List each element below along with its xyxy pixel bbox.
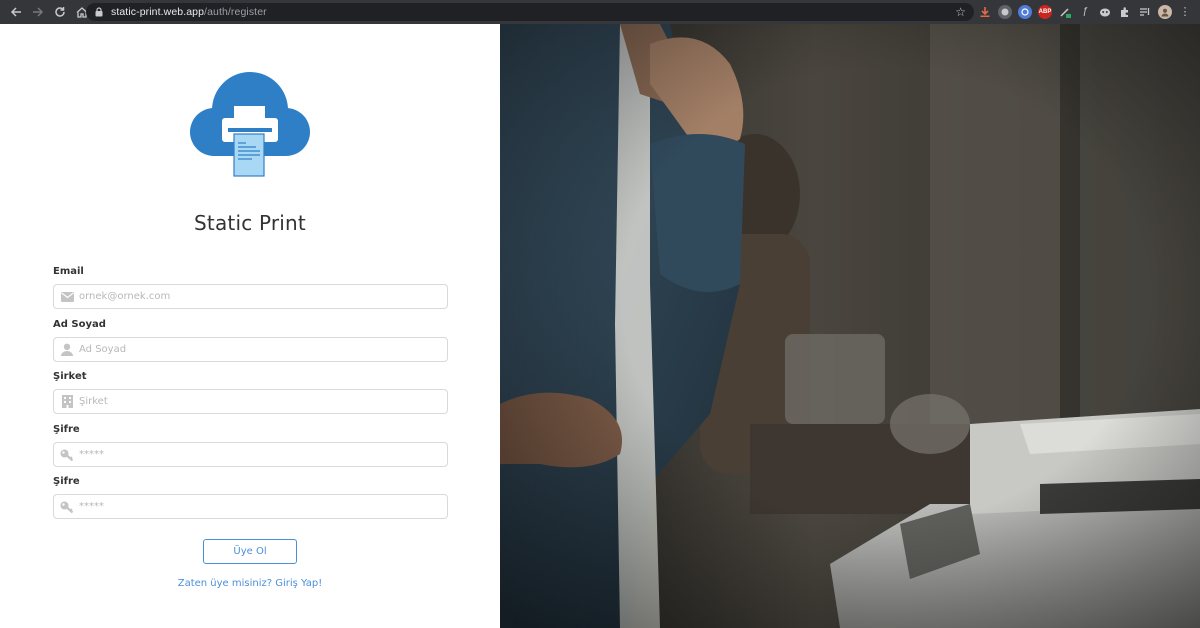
password-confirm-label: Şifre <box>53 476 80 487</box>
name-field[interactable] <box>53 337 448 362</box>
password-confirm-input[interactable] <box>79 495 444 518</box>
name-input[interactable] <box>79 338 444 361</box>
email-input[interactable] <box>79 285 444 308</box>
lock-icon[interactable] <box>94 6 104 18</box>
mascot-extension-icon[interactable] <box>1098 5 1112 19</box>
login-link[interactable]: Zaten üye misiniz? Giriş Yap! <box>0 578 500 589</box>
browser-toolbar: static-print.web.app/auth/register ☆ ABP… <box>0 0 1200 24</box>
profile-avatar[interactable] <box>1158 5 1172 19</box>
envelope-icon <box>60 290 74 303</box>
extension-bar: ABP ƒ ⋮ <box>978 4 1198 20</box>
static-print-logo <box>190 72 310 177</box>
key-icon <box>60 500 74 513</box>
sync-extension-icon[interactable] <box>1018 5 1032 19</box>
translate-extension-icon[interactable] <box>998 5 1012 19</box>
address-bar[interactable]: static-print.web.app/auth/register ☆ <box>86 3 974 21</box>
building-icon <box>60 395 74 408</box>
email-field[interactable] <box>53 284 448 309</box>
register-button[interactable]: Üye Ol <box>203 539 297 564</box>
pen-extension-icon[interactable] <box>1058 5 1072 19</box>
playlist-icon[interactable] <box>1138 5 1152 19</box>
key-icon <box>60 448 74 461</box>
name-label: Ad Soyad <box>53 319 106 330</box>
company-input[interactable] <box>79 390 444 413</box>
email-label: Email <box>53 266 84 277</box>
user-icon <box>60 343 74 356</box>
forward-icon[interactable] <box>28 2 48 22</box>
register-panel: Static Print Email Ad Soyad Şirket Şifre… <box>0 24 500 628</box>
adblock-extension-icon[interactable]: ABP <box>1038 5 1052 19</box>
back-icon[interactable] <box>6 2 26 22</box>
url-text: static-print.web.app/auth/register <box>111 6 267 18</box>
background-photo <box>500 24 1200 628</box>
reload-icon[interactable] <box>50 2 70 22</box>
company-field[interactable] <box>53 389 448 414</box>
extensions-icon[interactable] <box>1118 5 1132 19</box>
password-label: Şifre <box>53 424 80 435</box>
app-title: Static Print <box>194 211 306 235</box>
download-extension-icon[interactable] <box>978 5 992 19</box>
star-icon[interactable]: ☆ <box>955 4 966 20</box>
password-input[interactable] <box>79 443 444 466</box>
url-path: /auth/register <box>204 6 267 18</box>
company-label: Şirket <box>53 371 87 382</box>
menu-icon[interactable]: ⋮ <box>1178 5 1192 19</box>
url-host: static-print.web.app <box>111 6 205 18</box>
password-confirm-field[interactable] <box>53 494 448 519</box>
password-field[interactable] <box>53 442 448 467</box>
fx-extension-icon[interactable]: ƒ <box>1078 5 1092 19</box>
